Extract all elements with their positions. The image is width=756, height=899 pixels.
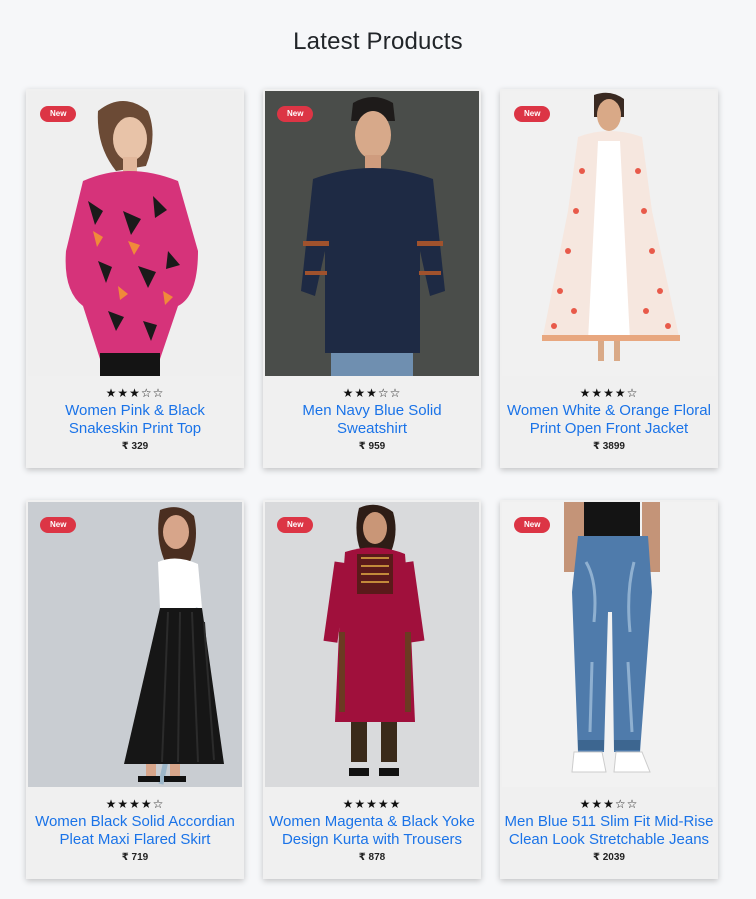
product-price: ₹ 2039 (593, 852, 625, 863)
new-badge: New (514, 106, 551, 122)
product-image[interactable]: New (265, 502, 479, 787)
product-name-link[interactable]: Men Blue 511 Slim Fit Mid-Rise Clean Loo… (500, 813, 718, 849)
section-title: Latest Products (293, 28, 463, 55)
product-card[interactable]: New ★★★★★ Women Magenta & Black Yoke Des… (263, 500, 481, 879)
star-rating: ★★★★☆ (105, 797, 165, 811)
new-badge: New (40, 106, 77, 122)
product-price: ₹ 959 (358, 441, 386, 452)
product-card[interactable]: New ★★★★☆ Women White & Orange Floral Pr… (500, 89, 718, 468)
product-image[interactable]: New (502, 502, 716, 787)
product-image[interactable]: New (28, 502, 242, 787)
product-price: ₹ 878 (358, 852, 386, 863)
new-badge: New (277, 106, 314, 122)
product-card[interactable]: New ★★★☆☆ Women Pink & Black Snakeskin P… (26, 89, 244, 468)
product-price: ₹ 3899 (593, 441, 625, 452)
star-rating: ★★★☆☆ (342, 386, 402, 400)
star-rating: ★★★☆☆ (105, 386, 165, 400)
product-image[interactable]: New (28, 91, 242, 376)
product-name-link[interactable]: Women White & Orange Floral Print Open F… (500, 402, 718, 438)
product-card[interactable]: New ★★★☆☆ Men Navy Blue Solid Sweatshirt… (263, 89, 481, 468)
product-name-link[interactable]: Women Pink & Black Snakeskin Print Top (26, 402, 244, 438)
star-rating: ★★★★★ (342, 797, 402, 811)
star-rating: ★★★☆☆ (579, 797, 639, 811)
product-grid: New ★★★☆☆ Women Pink & Black Snakeskin P… (26, 89, 722, 879)
product-price: ₹ 329 (121, 441, 149, 452)
product-price: ₹ 719 (121, 852, 149, 863)
new-badge: New (514, 517, 551, 533)
product-name-link[interactable]: Women Black Solid Accordian Pleat Maxi F… (26, 813, 244, 849)
new-badge: New (40, 517, 77, 533)
product-name-link[interactable]: Women Magenta & Black Yoke Design Kurta … (263, 813, 481, 849)
product-image[interactable]: New (502, 91, 716, 376)
product-image[interactable]: New (265, 91, 479, 376)
star-rating: ★★★★☆ (579, 386, 639, 400)
product-card[interactable]: New ★★★☆☆ Men Blue 511 Slim Fit Mid-Rise… (500, 500, 718, 879)
product-card[interactable]: New ★★★★☆ Women Black Solid Accordian Pl… (26, 500, 244, 879)
new-badge: New (277, 517, 314, 533)
product-name-link[interactable]: Men Navy Blue Solid Sweatshirt (263, 402, 481, 438)
